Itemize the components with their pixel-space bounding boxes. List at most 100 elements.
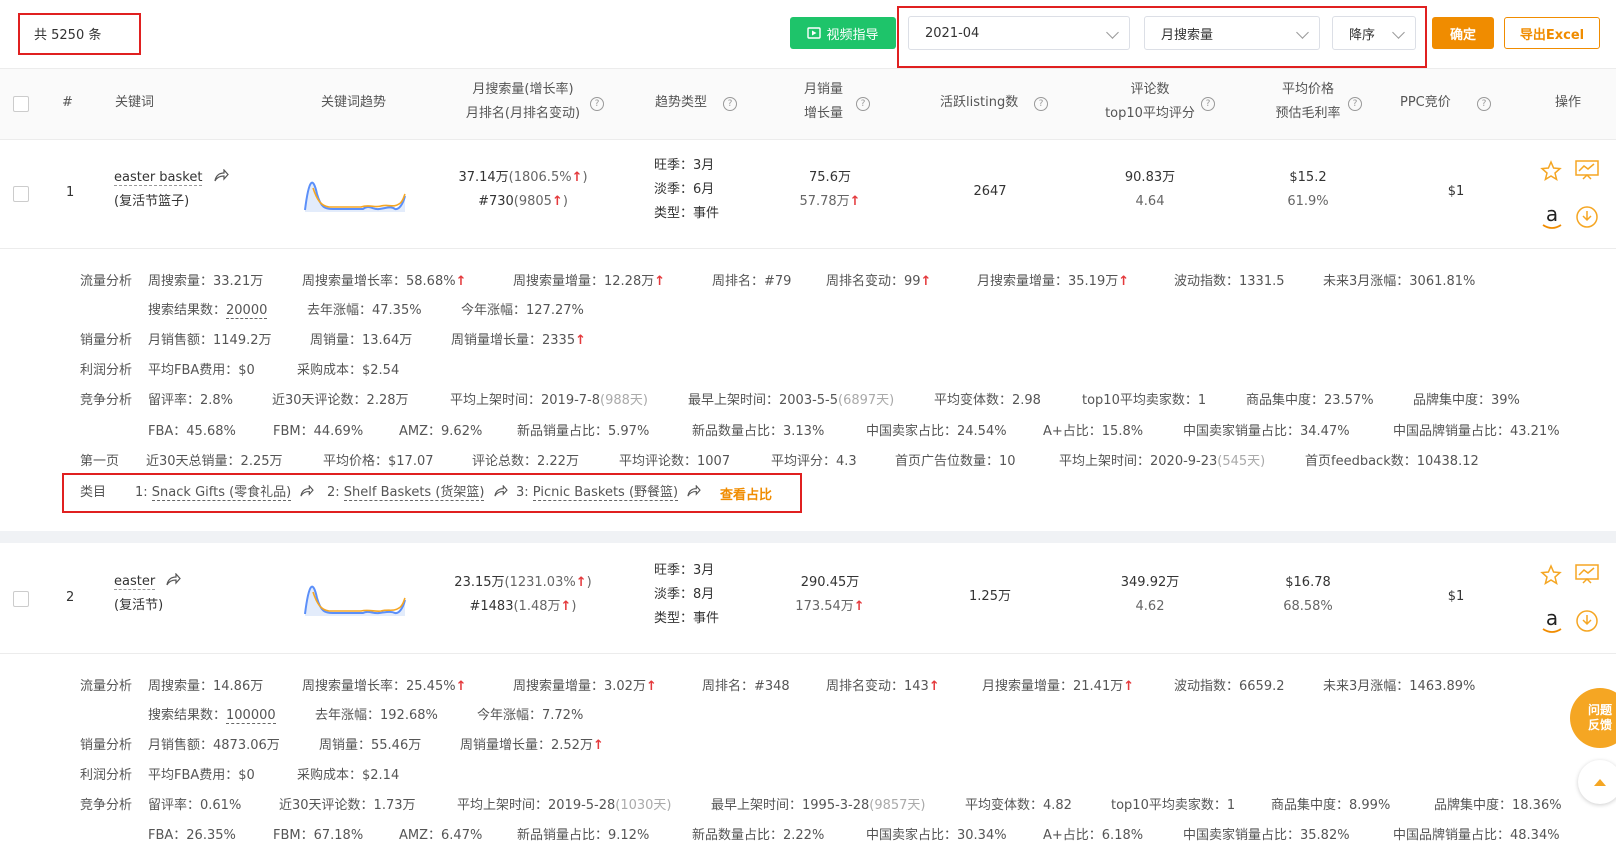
help-icon[interactable]: ? xyxy=(1477,97,1491,111)
amazon-icon[interactable]: a xyxy=(1541,204,1563,230)
category-item[interactable]: 3: Picnic Baskets (野餐篮) xyxy=(516,481,701,501)
share-icon[interactable] xyxy=(299,484,315,498)
keyword-cell: easter basket (复活节篮子) xyxy=(114,166,229,214)
help-icon[interactable]: ? xyxy=(590,97,604,111)
metric-text: 周搜索量增长率：58.68% xyxy=(302,274,456,289)
help-icon[interactable]: ? xyxy=(1201,97,1215,111)
metric: 周排名：#348 xyxy=(702,679,790,694)
sort-order-select[interactable]: 降序 xyxy=(1332,16,1416,50)
confirm-button[interactable]: 确定 xyxy=(1432,17,1494,49)
metric-text: 周排名变动：99 xyxy=(826,274,921,289)
category-item[interactable]: 2: Shelf Baskets (货架篮) xyxy=(327,481,508,501)
metric: 今年涨幅：127.27% xyxy=(461,303,584,318)
row-checkbox[interactable] xyxy=(13,591,29,607)
chart-icon[interactable] xyxy=(1575,563,1599,585)
share-icon[interactable] xyxy=(213,168,229,183)
col-listing[interactable]: 活跃listing数 xyxy=(940,91,1018,115)
col-reviews[interactable]: 评论数 top10平均评分 xyxy=(1095,78,1205,126)
search-results-link[interactable]: 100000 xyxy=(226,708,276,724)
metric: AMZ：6.47% xyxy=(399,828,483,843)
metric: FBM：67.18% xyxy=(273,828,364,843)
metric: 新品销量占比：5.97% xyxy=(517,424,650,439)
metric-text: 月搜索量增量：21.41万 xyxy=(982,679,1124,694)
metric: 留评率：0.61% xyxy=(148,798,242,813)
metric: 平均上架时间：2019-5-28(1030天) xyxy=(457,794,672,813)
metric-text: 周排名变动：143 xyxy=(826,679,929,694)
scroll-top-button[interactable] xyxy=(1578,760,1616,804)
help-icon[interactable]: ? xyxy=(1034,97,1048,111)
share-icon[interactable] xyxy=(165,572,182,587)
metric: 去年涨幅：47.35% xyxy=(307,303,422,318)
metric: 今年涨幅：7.72% xyxy=(477,708,584,723)
metric: 搜索结果数：100000 xyxy=(148,704,276,724)
metric: 平均变体数：4.82 xyxy=(965,798,1072,813)
view-share-link[interactable]: 查看占比 xyxy=(720,484,772,503)
metric: 品牌集中度：18.36% xyxy=(1434,798,1562,813)
share-icon[interactable] xyxy=(686,484,701,498)
col-ppc[interactable]: PPC竞价 xyxy=(1400,91,1451,115)
category-link[interactable]: Picnic Baskets (野餐篮) xyxy=(532,485,679,501)
metric: 平均FBA费用：$0 xyxy=(148,363,255,378)
days-note: (6897天) xyxy=(838,393,895,408)
category-link[interactable]: Shelf Baskets (货架篮) xyxy=(343,485,485,501)
metric: 首页feedback数：10438.12 xyxy=(1305,454,1479,469)
chart-icon[interactable] xyxy=(1575,159,1599,181)
category-link[interactable]: Snack Gifts (零食礼品) xyxy=(151,485,292,501)
up-arrow-icon: ↑ xyxy=(592,738,604,753)
metric: 周排名：#79 xyxy=(712,274,792,289)
download-icon[interactable] xyxy=(1575,205,1599,229)
select-all-checkbox[interactable] xyxy=(13,96,29,112)
help-icon[interactable]: ? xyxy=(723,97,737,111)
download-icon[interactable] xyxy=(1575,609,1599,633)
month-rank: #730 xyxy=(478,194,514,209)
col-sales[interactable]: 月销量 增长量 xyxy=(804,78,843,126)
help-icon[interactable]: ? xyxy=(1348,97,1362,111)
category-item[interactable]: 1: Snack Gifts (零食礼品) xyxy=(135,481,315,501)
up-arrow-icon: ↑ xyxy=(654,274,666,289)
feedback-button[interactable]: 问题 反馈 xyxy=(1570,688,1616,748)
days-note: (9857天) xyxy=(869,798,926,813)
row-checkbox[interactable] xyxy=(13,186,29,202)
trend-sparkline[interactable] xyxy=(303,174,407,214)
up-arrow-icon: ↑ xyxy=(575,333,586,348)
sort-field-select[interactable]: 月搜索量 xyxy=(1144,16,1320,50)
trend-type-cell: 旺季：3月 淡季：6月 类型：事件 xyxy=(654,154,719,226)
up-arrow-icon: ↑ xyxy=(551,194,563,209)
metric-text: 周搜索量增量：12.28万 xyxy=(513,274,655,289)
star-icon[interactable] xyxy=(1540,564,1562,586)
amazon-icon[interactable]: a xyxy=(1541,608,1563,634)
search-growth-rate: (1806.5% xyxy=(508,170,572,185)
listing-count: 1.25万 xyxy=(969,589,1011,604)
share-icon[interactable] xyxy=(493,484,508,498)
metric-text: 周销量增长量：2335 xyxy=(451,333,576,348)
col-search[interactable]: 月搜索量(增长率) 月排名(月排名变动) xyxy=(448,78,598,126)
col-price[interactable]: 平均价格 预估毛利率 xyxy=(1268,78,1348,126)
peak-season: 旺季：3月 xyxy=(654,563,715,578)
help-icon[interactable]: ? xyxy=(856,97,870,111)
keyword-link[interactable]: easter basket xyxy=(114,170,203,186)
days-note: (1030天) xyxy=(615,798,672,813)
metric: 平均上架时间：2019-7-8(988天) xyxy=(450,389,648,408)
competition-label: 竞争分析 xyxy=(80,798,133,813)
keyword-link[interactable]: easter xyxy=(114,574,156,590)
metric: 周搜索量增量：12.28万↑ xyxy=(513,270,665,289)
category-number: 1: xyxy=(135,485,148,500)
search-volume-cell: 37.14万(1806.5%↑) #730(9805↑) xyxy=(458,170,588,209)
search-volume-cell: 23.15万(1231.03%↑) #1483(1.48万↑) xyxy=(454,575,592,614)
col-trend[interactable]: 关键词趋势 xyxy=(321,91,386,115)
feedback-label-2: 反馈 xyxy=(1587,718,1612,732)
review-count: 90.83万 xyxy=(1124,170,1176,185)
search-results-link[interactable]: 20000 xyxy=(226,303,268,319)
metric: FBA：26.35% xyxy=(148,828,236,843)
month-select[interactable]: 2021-04 xyxy=(908,16,1130,50)
star-icon[interactable] xyxy=(1540,160,1562,182)
metric: 平均上架时间：2020-9-23(545天) xyxy=(1059,450,1265,469)
price-cell: $15.2 61.9% xyxy=(1268,166,1348,214)
export-excel-button[interactable]: 导出Excel xyxy=(1504,17,1600,49)
profit-label: 利润分析 xyxy=(80,363,133,378)
metric: 周销量增长量：2335↑ xyxy=(451,329,586,348)
trend-sparkline[interactable] xyxy=(303,578,407,618)
video-guide-button[interactable]: 视频指导 xyxy=(790,17,896,49)
metric: 新品数量占比：2.22% xyxy=(692,828,825,843)
metric: 近30天评论数：1.73万 xyxy=(279,798,416,813)
